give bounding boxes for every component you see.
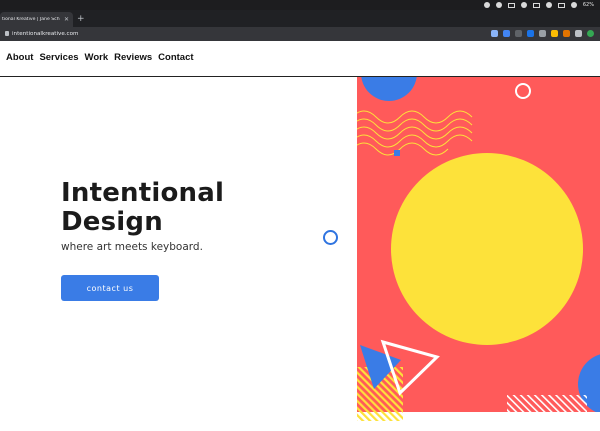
extension-icon[interactable] [551, 30, 558, 37]
tab-title: tional Kreative | Jane Sch [2, 17, 60, 22]
wifi-icon[interactable] [570, 2, 577, 8]
new-tab-button[interactable]: + [77, 13, 85, 25]
status-icon[interactable] [495, 2, 502, 8]
browser-tab-strip: tional Kreative | Jane Sch ✕ + [0, 10, 600, 27]
status-icon[interactable] [532, 2, 540, 8]
extension-icon[interactable] [539, 30, 546, 37]
close-icon[interactable]: ✕ [64, 16, 69, 23]
nav-link-work[interactable]: Work [85, 52, 109, 63]
extension-icon[interactable] [515, 30, 522, 37]
os-menu-bar: 62% [0, 0, 600, 10]
contact-us-button[interactable]: contact us [61, 275, 159, 301]
airplay-icon[interactable] [557, 2, 565, 8]
white-stripes [507, 395, 587, 412]
hero-title: Intentional Design [61, 179, 261, 237]
extension-icon[interactable] [527, 30, 534, 37]
battery-percent: 62% [582, 2, 594, 8]
hero-title-line-2: Design [61, 207, 163, 237]
nav-link-contact[interactable]: Contact [158, 52, 193, 63]
address-bar-url[interactable]: intentionalkreative.com [12, 28, 79, 40]
extension-icon[interactable] [575, 30, 582, 37]
profile-avatar[interactable] [587, 30, 594, 37]
hero-artwork [357, 77, 600, 421]
search-icon[interactable] [545, 2, 552, 8]
lock-icon [5, 31, 9, 36]
browser-tab[interactable]: tional Kreative | Jane Sch ✕ [0, 12, 73, 27]
nav-link-services[interactable]: Services [39, 52, 78, 63]
main-nav: About Services Work Reviews Contact [6, 52, 194, 63]
hero-title-line-1: Intentional [61, 178, 225, 208]
browser-toolbar: intentionalkreative.com [0, 27, 600, 41]
extension-icon[interactable] [503, 30, 510, 37]
status-icon[interactable] [520, 2, 527, 8]
hero-subtitle: where art meets keyboard. [61, 241, 203, 253]
blue-square [394, 150, 400, 156]
extension-icon[interactable] [563, 30, 570, 37]
star-icon[interactable] [491, 30, 498, 37]
decorative-ring [323, 230, 338, 245]
nav-link-reviews[interactable]: Reviews [114, 52, 152, 63]
status-icon[interactable] [483, 2, 490, 8]
menu-bar-status-icons: 62% [483, 0, 594, 10]
status-icon[interactable] [507, 2, 515, 8]
extension-icons [491, 30, 594, 37]
site-header: About Services Work Reviews Contact [0, 41, 600, 77]
yellow-circle [391, 153, 583, 345]
nav-link-about[interactable]: About [6, 52, 33, 63]
